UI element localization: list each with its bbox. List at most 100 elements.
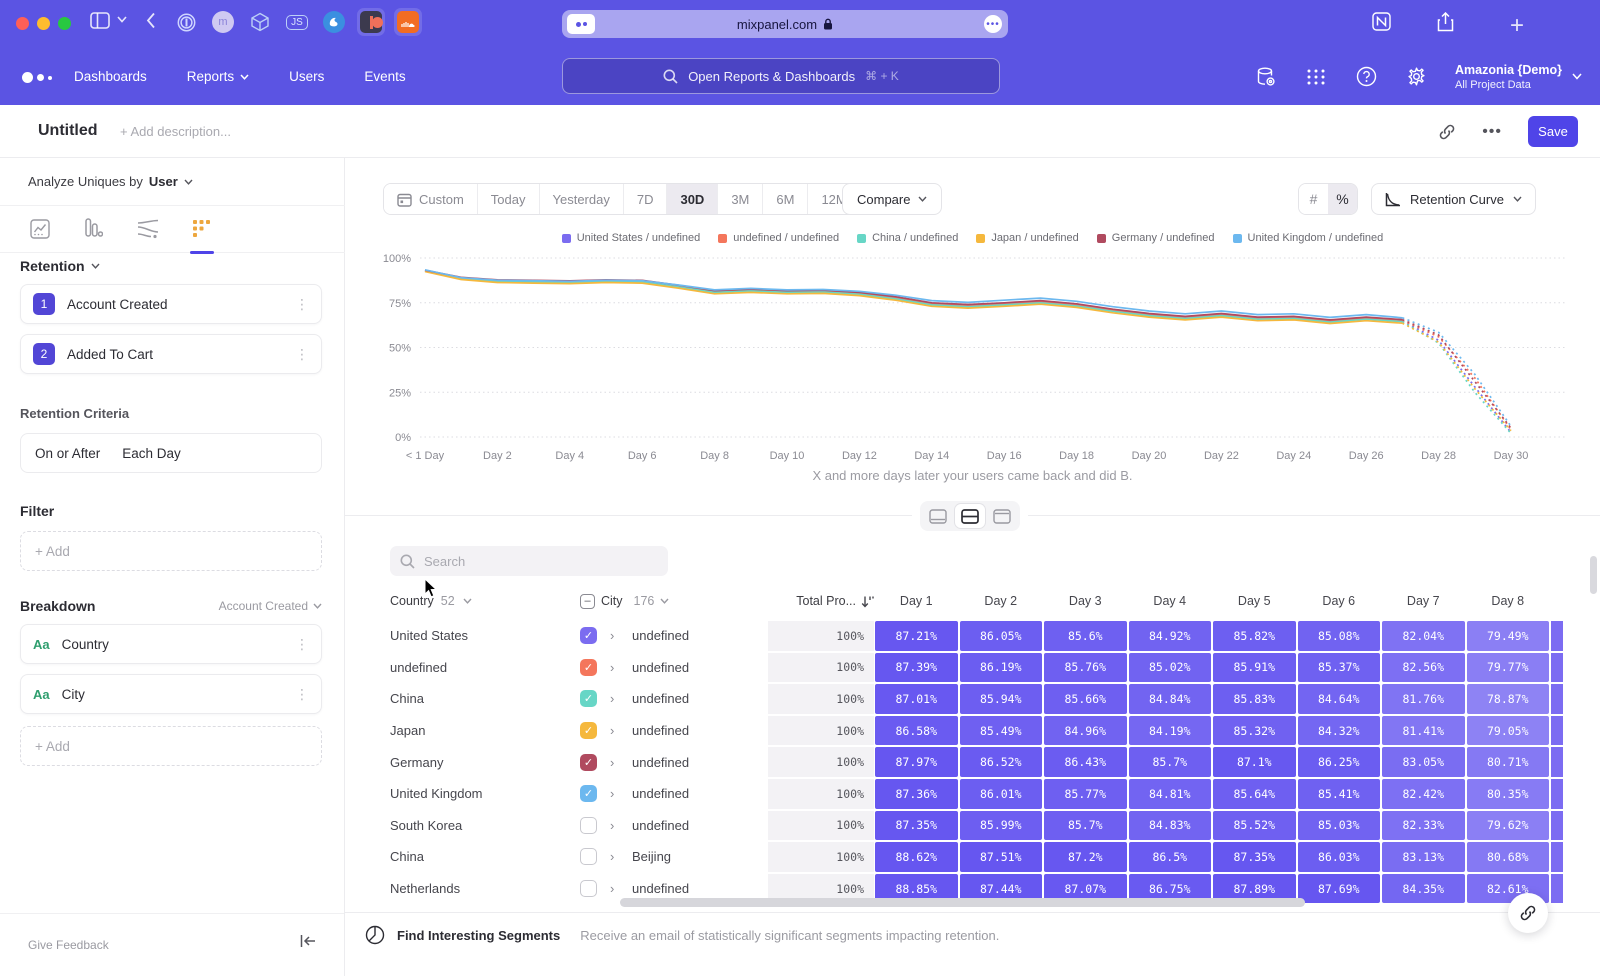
retention-value-cell[interactable]: 83.05% <box>1382 747 1465 777</box>
legend-item[interactable]: United States / undefined <box>562 232 701 244</box>
expand-row-icon[interactable]: › <box>610 691 632 706</box>
retention-value-cell[interactable]: 86.25% <box>1298 747 1381 777</box>
retention-value-cell[interactable]: 85.66% <box>1044 684 1127 714</box>
day-column-header[interactable]: Day 6 <box>1297 594 1382 608</box>
table-row[interactable]: Germany✓›undefined100%87.97%86.52%86.43%… <box>380 746 1592 778</box>
patreon-icon[interactable] <box>357 8 385 36</box>
retention-value-cell[interactable]: 85.7% <box>1129 747 1212 777</box>
retention-value-cell[interactable]: 84.96% <box>1044 716 1127 746</box>
analyze-value-dropdown[interactable]: User <box>149 174 178 189</box>
day-column-header[interactable]: Day 2 <box>959 594 1044 608</box>
share-link-fab[interactable] <box>1508 893 1548 933</box>
tab-retention[interactable] <box>190 217 214 241</box>
retention-value-cell[interactable]: 85.32% <box>1213 716 1296 746</box>
retention-value-cell[interactable]: 85.99% <box>960 811 1043 841</box>
tab-funnels[interactable] <box>82 217 106 241</box>
retention-value-cell[interactable]: 85.82% <box>1213 621 1296 651</box>
expand-row-icon[interactable]: › <box>610 660 632 675</box>
duckduckgo-icon[interactable] <box>320 8 348 36</box>
retention-value-cell[interactable]: 84.81% <box>1129 779 1212 809</box>
retention-value-cell[interactable]: 86.58% <box>875 716 958 746</box>
retention-value-cell[interactable]: 87.69% <box>1298 874 1381 904</box>
retention-value-cell[interactable]: 86.5% <box>1129 842 1212 872</box>
criteria-each-day[interactable]: Each Day <box>122 446 181 461</box>
day-column-header[interactable]: Day 7 <box>1381 594 1466 608</box>
column-country[interactable]: Country52 <box>380 594 580 608</box>
day-column-header[interactable]: Day 4 <box>1128 594 1213 608</box>
retention-value-cell[interactable]: 82.04% <box>1382 621 1465 651</box>
row-checkbox[interactable]: ✓ <box>580 627 597 644</box>
retention-value-cell[interactable]: 85.49% <box>960 716 1043 746</box>
settings-gear-icon[interactable] <box>1405 66 1427 88</box>
retention-value-cell[interactable]: 85.08% <box>1298 621 1381 651</box>
retention-value-cell[interactable]: 82.56% <box>1382 653 1465 683</box>
m-avatar-icon[interactable]: m <box>209 8 237 36</box>
legend-item[interactable]: China / undefined <box>857 232 958 244</box>
table-row[interactable]: South Korea›undefined100%87.35%85.99%85.… <box>380 810 1592 842</box>
expand-row-icon[interactable]: › <box>610 818 632 833</box>
onepassword-icon[interactable] <box>172 8 200 36</box>
copy-link-icon[interactable] <box>1438 123 1456 141</box>
save-button[interactable]: Save <box>1528 116 1578 147</box>
chevron-down-icon[interactable] <box>117 16 127 23</box>
retention-value-cell[interactable]: 85.83% <box>1213 684 1296 714</box>
retention-value-cell[interactable]: 87.01% <box>875 684 958 714</box>
collapse-sidebar-icon[interactable] <box>300 934 316 948</box>
retention-value-cell[interactable]: 85.64% <box>1213 779 1296 809</box>
nav-item-events[interactable]: Events <box>364 69 405 84</box>
absolute-mode-button[interactable]: # <box>1299 184 1328 214</box>
js-icon[interactable]: JS <box>283 8 311 36</box>
retention-value-cell[interactable]: 84.19% <box>1129 716 1212 746</box>
retention-value-cell[interactable]: 82.42% <box>1382 779 1465 809</box>
retention-value-cell[interactable]: 81.76% <box>1382 684 1465 714</box>
layout-table-only-button[interactable] <box>987 504 1017 528</box>
breakdown-country[interactable]: AaCountry⋮ <box>20 624 322 664</box>
table-row[interactable]: United States✓›undefined100%87.21%86.05%… <box>380 620 1592 652</box>
help-icon[interactable] <box>1355 66 1377 88</box>
retention-value-cell[interactable]: 84.64% <box>1298 684 1381 714</box>
notion-extension-icon[interactable] <box>1372 12 1391 31</box>
retention-value-cell[interactable]: 83.13% <box>1382 842 1465 872</box>
retention-value-cell[interactable]: 79.49% <box>1467 621 1550 651</box>
row-checkbox[interactable]: ✓ <box>580 785 597 802</box>
add-filter-button[interactable]: + Add <box>20 531 322 571</box>
breakdown-event-dropdown[interactable]: Account Created <box>219 599 322 613</box>
retention-value-cell[interactable]: 86.05% <box>960 621 1043 651</box>
day-column-header[interactable]: Day 1 <box>874 594 959 608</box>
maximize-window-button[interactable] <box>58 17 71 30</box>
retention-value-cell[interactable]: 79.77% <box>1467 653 1550 683</box>
browser-extensions[interactable]: m JS <box>172 8 422 36</box>
table-row[interactable]: Japan✓›undefined100%86.58%85.49%84.96%84… <box>380 715 1592 747</box>
range-3m[interactable]: 3M <box>718 184 763 214</box>
layout-chart-only-button[interactable] <box>923 504 953 528</box>
step-menu-button[interactable]: ⋮ <box>295 346 309 363</box>
retention-value-cell[interactable]: 82.33% <box>1382 811 1465 841</box>
share-icon[interactable] <box>1437 12 1454 32</box>
table-row[interactable]: China›Beijing100%88.62%87.51%87.2%86.5%8… <box>380 841 1592 873</box>
expand-row-icon[interactable]: › <box>610 628 632 643</box>
address-bar[interactable]: mixpanel.com ••• <box>562 10 1008 38</box>
minimize-window-button[interactable] <box>37 17 50 30</box>
table-search-input[interactable] <box>424 554 644 569</box>
retention-value-cell[interactable]: 87.2% <box>1044 842 1127 872</box>
table-row[interactable]: undefined✓›undefined100%87.39%86.19%85.7… <box>380 652 1592 684</box>
retention-value-cell[interactable]: 78.87% <box>1467 684 1550 714</box>
soundcloud-icon[interactable] <box>394 8 422 36</box>
retention-value-cell[interactable]: 86.43% <box>1044 747 1127 777</box>
row-checkbox[interactable] <box>580 817 597 834</box>
add-breakdown-button[interactable]: + Add <box>20 726 322 766</box>
day-column-header[interactable]: Day 5 <box>1212 594 1297 608</box>
retention-value-cell[interactable]: 87.35% <box>875 811 958 841</box>
expand-row-icon[interactable]: › <box>610 786 632 801</box>
row-checkbox[interactable]: ✓ <box>580 690 597 707</box>
retention-value-cell[interactable]: 84.84% <box>1129 684 1212 714</box>
retention-value-cell[interactable]: 87.1% <box>1213 747 1296 777</box>
global-search-button[interactable]: Open Reports & Dashboards ⌘ + K <box>562 58 1000 94</box>
retention-value-cell[interactable]: 81.41% <box>1382 716 1465 746</box>
retention-value-cell[interactable]: 85.37% <box>1298 653 1381 683</box>
find-segments-title[interactable]: Find Interesting Segments <box>397 928 560 943</box>
legend-item[interactable]: United Kingdom / undefined <box>1233 232 1384 244</box>
expand-row-icon[interactable]: › <box>610 849 632 864</box>
expand-row-icon[interactable]: › <box>610 755 632 770</box>
retention-value-cell[interactable]: 87.35% <box>1213 842 1296 872</box>
